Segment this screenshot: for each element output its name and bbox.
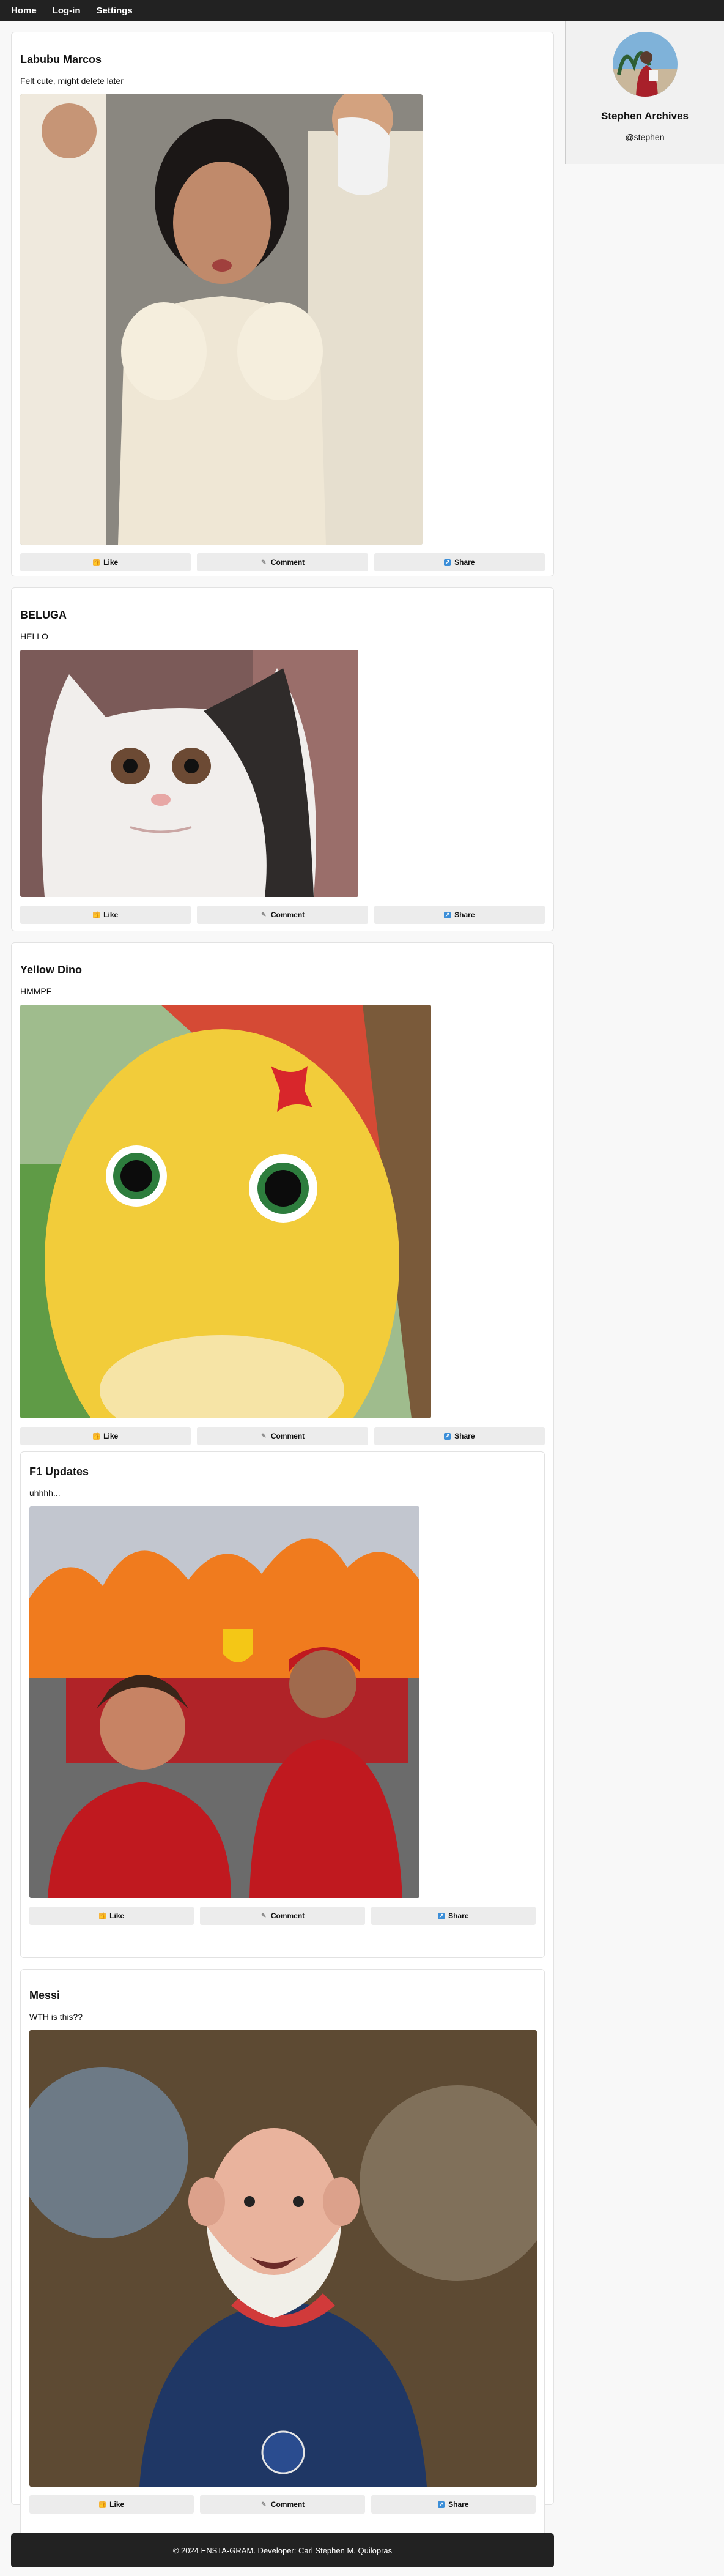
post-title: Labubu Marcos xyxy=(20,53,102,65)
post-card: Messi WTH is this?? 👍 Like ✎ Comment ↗ S… xyxy=(20,1969,545,2544)
share-icon: ↗ xyxy=(444,559,451,566)
footer-text: © 2024 ENSTA-GRAM. Developer: Carl Steph… xyxy=(172,2545,393,2555)
post-caption: uhhhh... xyxy=(29,1488,61,1498)
post-card: Yellow Dino HMMPF 👍 Like ✎ Comment ↗ Sha… xyxy=(11,942,554,2544)
profile-avatar[interactable] xyxy=(612,32,678,97)
share-button[interactable]: ↗ Share xyxy=(374,1427,545,1445)
nav-home-link[interactable]: Home xyxy=(11,6,37,16)
post-caption: Felt cute, might delete later xyxy=(20,76,124,86)
post-title: Messi xyxy=(29,1989,61,2001)
nav-login-link[interactable]: Log-in xyxy=(53,6,81,16)
post-image xyxy=(20,1005,431,1418)
comment-icon: ✎ xyxy=(261,559,267,566)
post-card: F1 Updates uhhhh... 👍 Like ✎ Comment ↗ S… xyxy=(20,1451,545,1958)
post-title: BELUGA xyxy=(20,609,67,621)
post-title: F1 Updates xyxy=(29,1465,89,1478)
post-image xyxy=(29,1506,419,1898)
share-button[interactable]: ↗ Share xyxy=(371,2495,536,2514)
feed: Labubu Marcos Felt cute, might delete la… xyxy=(11,32,554,2544)
comment-icon: ✎ xyxy=(261,1912,267,1919)
post-image xyxy=(29,2030,537,2487)
post-actions: 👍 Like ✎ Comment ↗ Share xyxy=(29,1907,536,1925)
share-button[interactable]: ↗ Share xyxy=(374,553,545,571)
comment-button[interactable]: ✎ Comment xyxy=(197,1427,368,1445)
post-actions: 👍 Like ✎ Comment ↗ Share xyxy=(20,553,545,571)
thumbs-up-icon: 👍 xyxy=(93,559,101,566)
share-button[interactable]: ↗ Share xyxy=(374,906,545,924)
post-actions: 👍 Like ✎ Comment ↗ Share xyxy=(20,906,545,924)
post-image xyxy=(20,650,358,897)
comment-icon: ✎ xyxy=(261,911,267,918)
like-button[interactable]: 👍 Like xyxy=(20,906,191,924)
thumbs-up-icon: 👍 xyxy=(99,1912,107,1919)
thumbs-up-icon: 👍 xyxy=(99,2501,107,2508)
comment-button[interactable]: ✎ Comment xyxy=(197,553,368,571)
like-button[interactable]: 👍 Like xyxy=(29,2495,194,2514)
post-card: Labubu Marcos Felt cute, might delete la… xyxy=(11,32,554,576)
share-icon: ↗ xyxy=(444,911,451,918)
post-actions: 👍 Like ✎ Comment ↗ Share xyxy=(29,2495,536,2514)
post-title: Yellow Dino xyxy=(20,964,83,976)
thumbs-up-icon: 👍 xyxy=(93,911,101,918)
comment-button[interactable]: ✎ Comment xyxy=(200,1907,365,1925)
nav-settings-link[interactable]: Settings xyxy=(97,6,133,16)
like-button[interactable]: 👍 Like xyxy=(20,553,191,571)
profile-handle: @stephen xyxy=(625,132,665,142)
share-icon: ↗ xyxy=(438,1912,445,1919)
post-actions: 👍 Like ✎ Comment ↗ Share xyxy=(20,1427,545,1445)
comment-icon: ✎ xyxy=(261,2501,267,2508)
top-navbar: Home Log-in Settings xyxy=(0,0,724,21)
like-button[interactable]: 👍 Like xyxy=(20,1427,191,1445)
like-button[interactable]: 👍 Like xyxy=(29,1907,194,1925)
profile-sidebar: Stephen Archives @stephen xyxy=(565,21,724,164)
footer: © 2024 ENSTA-GRAM. Developer: Carl Steph… xyxy=(11,2533,554,2567)
comment-icon: ✎ xyxy=(261,1432,267,1440)
thumbs-up-icon: 👍 xyxy=(93,1432,101,1440)
post-card: BELUGA HELLO 👍 Like ✎ Comment ↗ Share xyxy=(11,587,554,931)
share-icon: ↗ xyxy=(438,2501,445,2508)
post-caption: WTH is this?? xyxy=(29,2012,83,2022)
profile-name: Stephen Archives xyxy=(601,110,689,122)
share-icon: ↗ xyxy=(444,1432,451,1440)
post-caption: HELLO xyxy=(20,631,48,641)
share-button[interactable]: ↗ Share xyxy=(371,1907,536,1925)
post-caption: HMMPF xyxy=(20,986,52,996)
comment-button[interactable]: ✎ Comment xyxy=(197,906,368,924)
post-image xyxy=(20,94,423,545)
comment-button[interactable]: ✎ Comment xyxy=(200,2495,365,2514)
